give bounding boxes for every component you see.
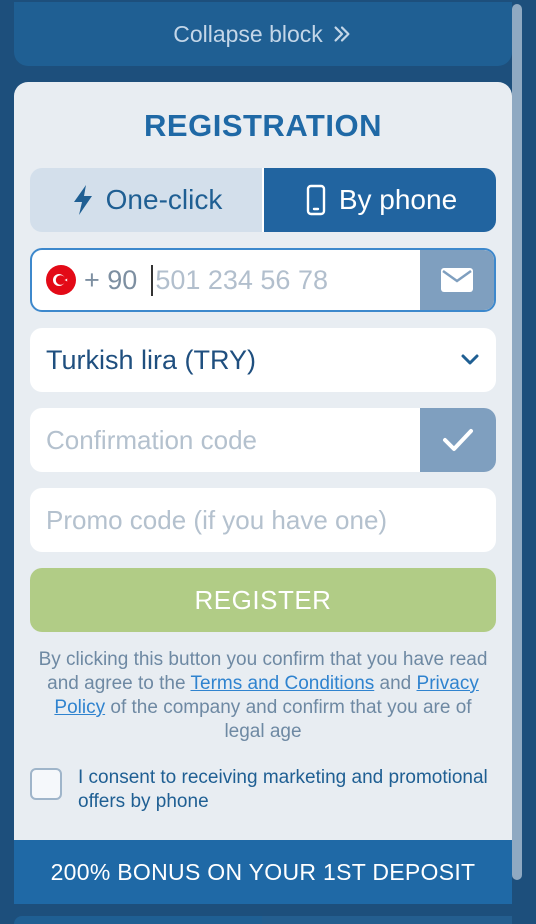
- confirmation-code-input[interactable]: [30, 424, 410, 456]
- tab-one-click-label: One-click: [105, 184, 223, 215]
- double-chevron-right-icon: [334, 26, 350, 42]
- confirm-code-button[interactable]: [420, 408, 496, 472]
- currency-selected: Turkish lira (TRY): [46, 344, 257, 375]
- collapse-block-button[interactable]: Collapse block: [14, 2, 512, 66]
- currency-select[interactable]: Turkish lira (TRY): [30, 328, 496, 392]
- marketing-consent: I consent to receiving marketing and pro…: [30, 766, 496, 814]
- bonus-banner[interactable]: 200% BONUS ON YOUR 1ST DEPOSIT: [14, 840, 512, 904]
- page-title: REGISTRATION: [144, 108, 382, 143]
- registration-card: REGISTRATION One-click By phone + 90 501…: [14, 82, 512, 904]
- scrollbar[interactable]: [512, 4, 522, 880]
- promo-code-input[interactable]: [30, 504, 410, 536]
- turkey-flag-icon[interactable]: [46, 265, 76, 295]
- registration-tabs: One-click By phone: [30, 168, 496, 232]
- promo-code-field: [30, 488, 496, 552]
- collapse-label: Collapse block: [173, 20, 323, 47]
- consent-label: I consent to receiving marketing and pro…: [78, 767, 488, 812]
- country-code: + 90: [84, 264, 138, 295]
- registration-page: Collapse block REGISTRATION One-click By…: [0, 0, 536, 924]
- phone-input[interactable]: [151, 264, 402, 296]
- tab-one-click[interactable]: One-click: [30, 168, 262, 232]
- envelope-icon: [441, 268, 473, 292]
- legal-disclaimer: By clicking this button you confirm that…: [34, 648, 492, 744]
- disclaimer-text-2: and: [379, 673, 412, 694]
- lightning-icon: [73, 185, 92, 215]
- confirmation-code-field: [30, 408, 496, 472]
- consent-checkbox[interactable]: [30, 768, 62, 800]
- terms-link[interactable]: Terms and Conditions: [191, 673, 375, 694]
- email-toggle-button[interactable]: [420, 250, 494, 310]
- phone-field: + 90: [30, 248, 496, 312]
- phone-icon: [306, 184, 326, 216]
- next-block-edge: [14, 916, 512, 924]
- tab-by-phone[interactable]: By phone: [262, 168, 496, 232]
- register-button[interactable]: REGISTER: [30, 568, 496, 632]
- disclaimer-text-3: of the company and confirm that you are …: [110, 697, 472, 742]
- tab-by-phone-label: By phone: [338, 184, 458, 215]
- chevron-down-icon: [461, 354, 479, 365]
- checkmark-icon: [443, 429, 473, 451]
